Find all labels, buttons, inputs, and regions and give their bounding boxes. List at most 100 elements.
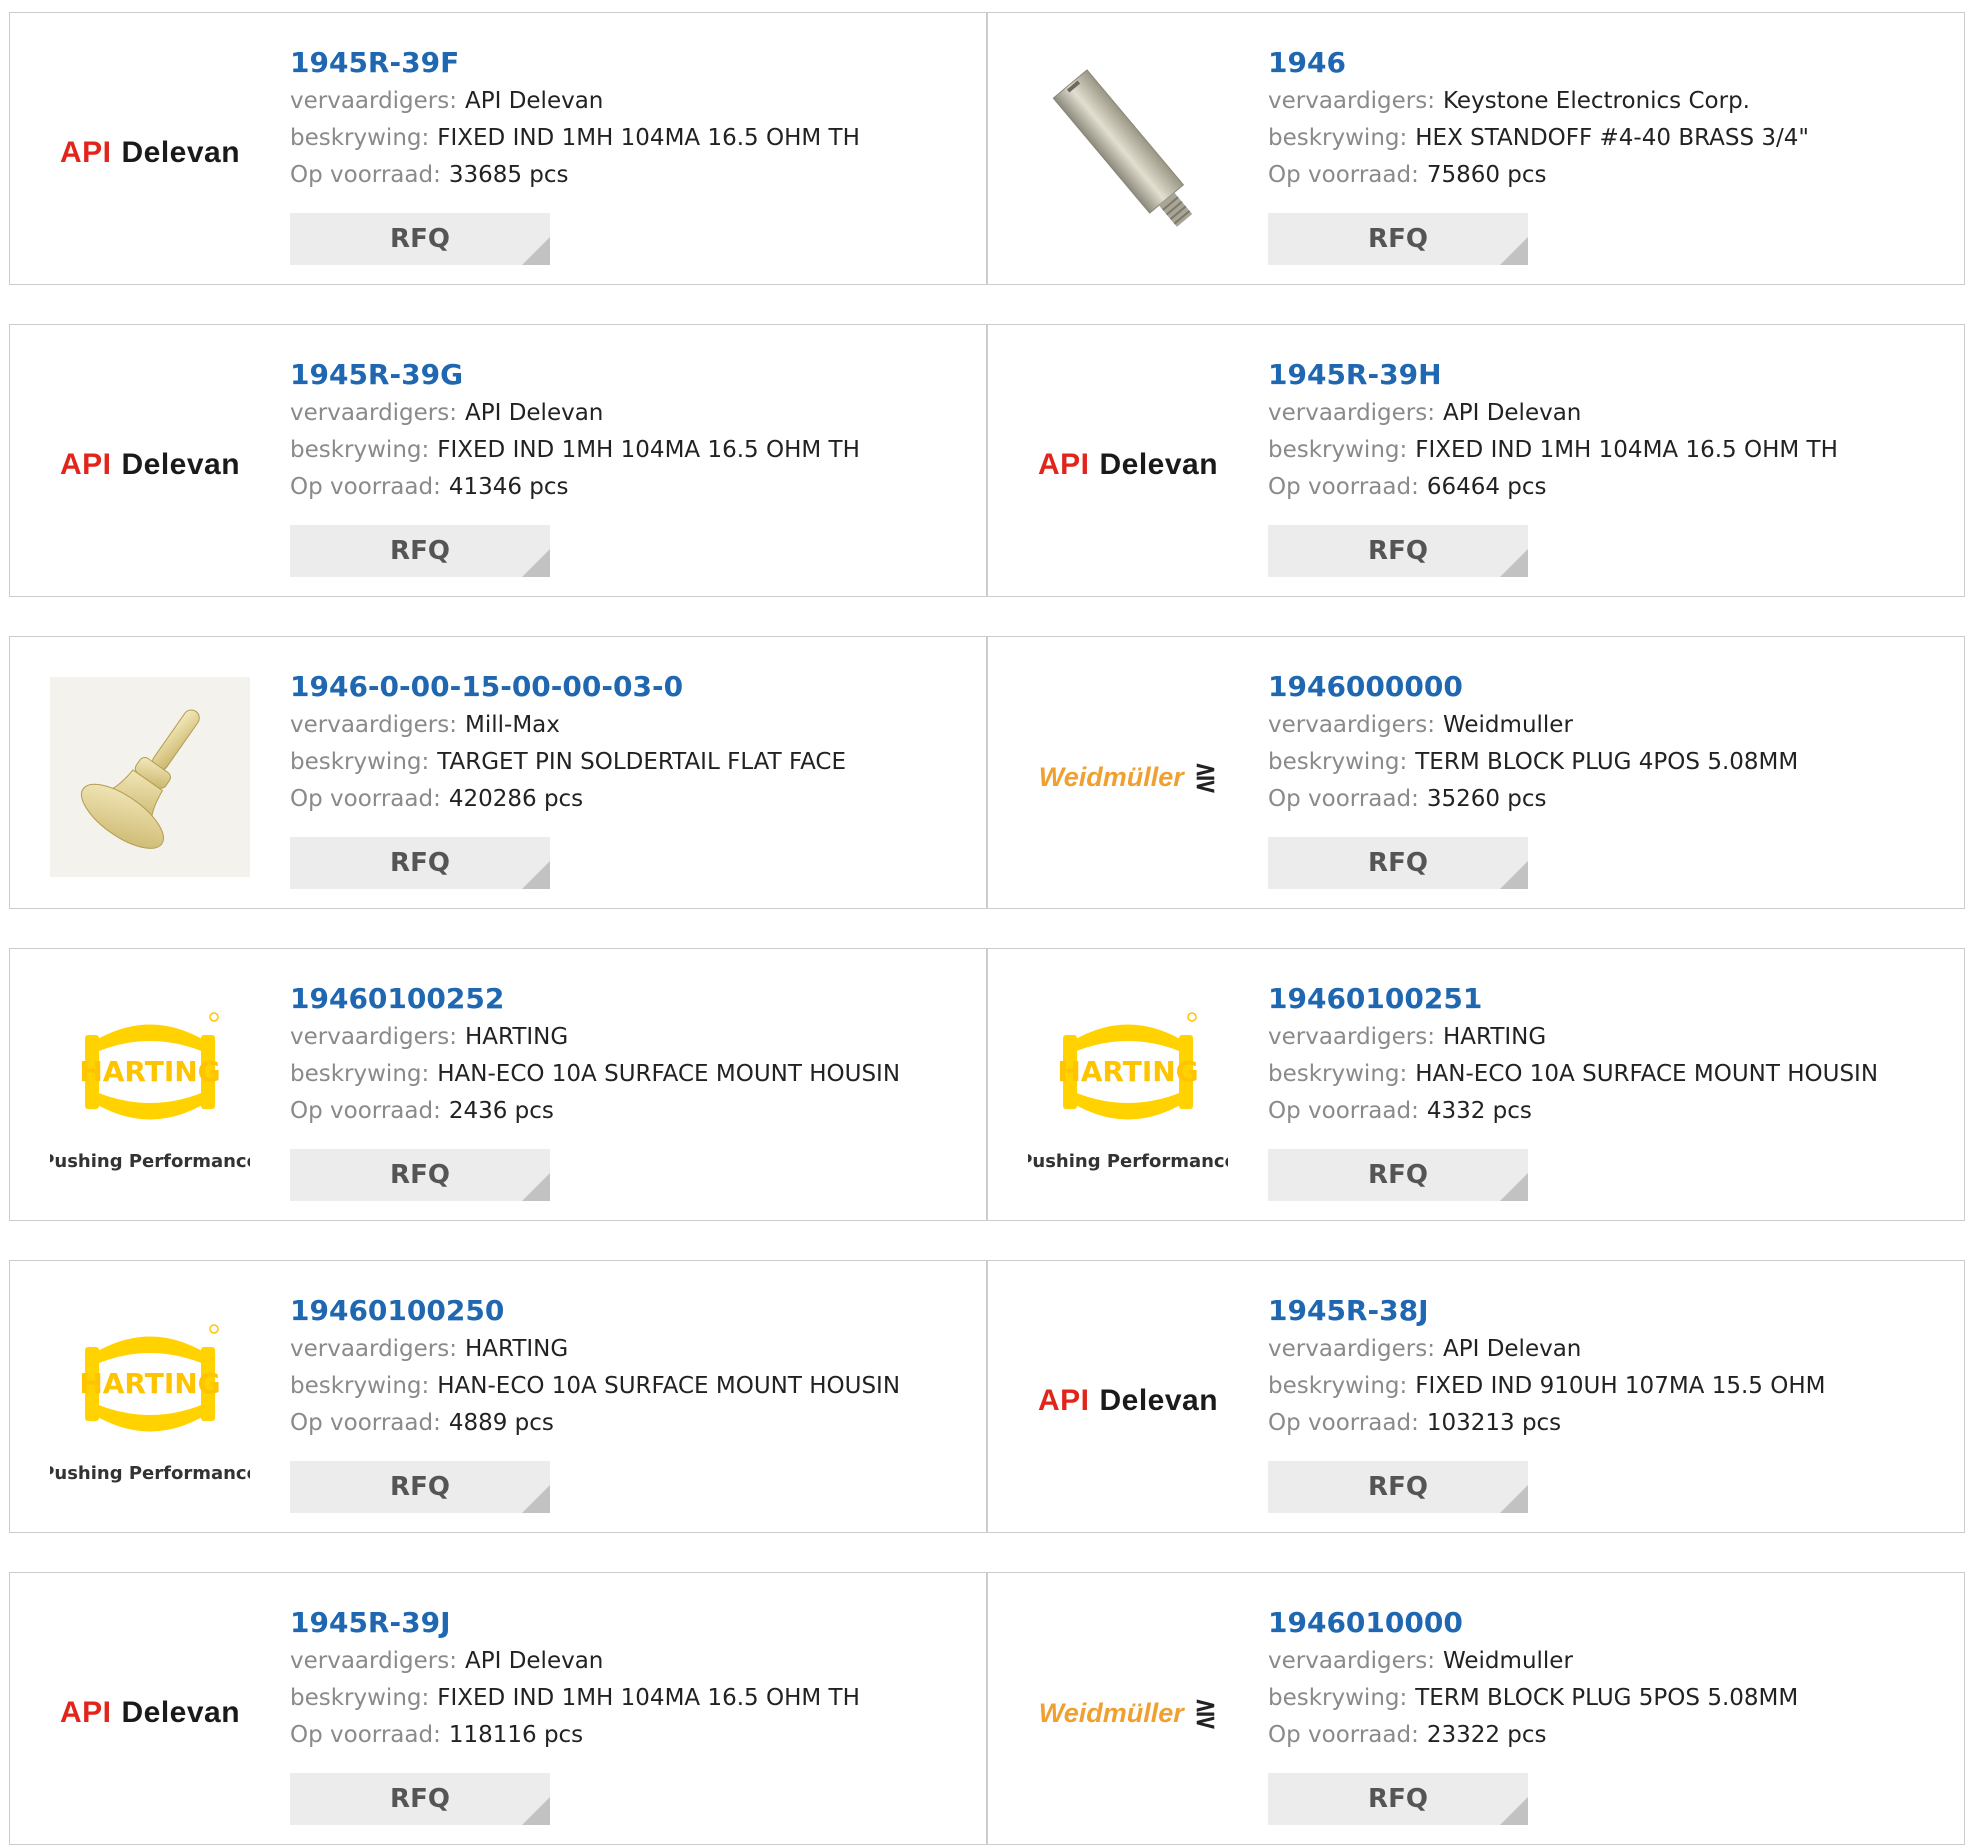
manufacturer-row: vervaardigers: API Delevan bbox=[290, 395, 976, 432]
description-label: beskrywing: bbox=[290, 437, 430, 463]
corner-triangle-icon bbox=[1500, 861, 1528, 889]
weidmuller-logo-text: Weidmüller bbox=[1038, 761, 1184, 792]
harting-wordmark: HARTING bbox=[1058, 1055, 1198, 1088]
rfq-button[interactable]: RFQ bbox=[290, 837, 550, 889]
part-number-link[interactable]: 1946010000 bbox=[1268, 1603, 1954, 1643]
rfq-button[interactable]: RFQ bbox=[1268, 1461, 1528, 1513]
api-logo-part1: API bbox=[1037, 1384, 1090, 1417]
rfq-button[interactable]: RFQ bbox=[290, 525, 550, 577]
manufacturer-value: API Delevan bbox=[1443, 1336, 1582, 1362]
product-info: 1945R-38J vervaardigers: API Delevan besk… bbox=[1268, 1291, 1954, 1442]
stock-value: 66464 pcs bbox=[1426, 474, 1547, 500]
product-image[interactable]: API Delevan bbox=[50, 1613, 250, 1813]
product-info: 19460100250 vervaardigers: HARTING beskry… bbox=[290, 1291, 976, 1442]
rfq-button[interactable]: RFQ bbox=[1268, 837, 1528, 889]
weidmuller-mark-icon: ⋛ bbox=[1193, 1696, 1218, 1730]
stock-value: 35260 pcs bbox=[1426, 786, 1547, 812]
rfq-button-label: RFQ bbox=[1368, 1784, 1428, 1814]
rfq-button-label: RFQ bbox=[1368, 1160, 1428, 1190]
description-value: FIXED IND 910UH 107MA 15.5 OHM bbox=[1415, 1373, 1826, 1399]
part-number-link[interactable]: 1945R-39G bbox=[290, 355, 976, 395]
part-number-link[interactable]: 1945R-39J bbox=[290, 1603, 976, 1643]
part-number-link[interactable]: 1945R-39H bbox=[1268, 355, 1954, 395]
product-image[interactable]: API Delevan bbox=[1028, 365, 1228, 565]
description-label: beskrywing: bbox=[290, 125, 430, 151]
manufacturer-label: vervaardigers: bbox=[1268, 712, 1435, 738]
rfq-button[interactable]: RFQ bbox=[290, 1773, 550, 1825]
description-label: beskrywing: bbox=[290, 749, 430, 775]
product-image[interactable]: HARTING Pushing Performance bbox=[50, 989, 250, 1189]
manufacturer-label: vervaardigers: bbox=[1268, 1336, 1435, 1362]
part-number-link[interactable]: 1945R-38J bbox=[1268, 1291, 1954, 1331]
api-logo-part1: API bbox=[1037, 448, 1090, 481]
product-info: 1945R-39H vervaardigers: API Delevan besk… bbox=[1268, 355, 1954, 506]
harting-wordmark: HARTING bbox=[80, 1367, 220, 1400]
part-number-link[interactable]: 1946000000 bbox=[1268, 667, 1954, 707]
stock-value: 75860 pcs bbox=[1426, 162, 1547, 188]
product-image[interactable]: Weidmüller ⋛ bbox=[1028, 1613, 1228, 1813]
product-info: 1945R-39F vervaardigers: API Delevan besk… bbox=[290, 43, 976, 194]
rfq-button[interactable]: RFQ bbox=[290, 1149, 550, 1201]
manufacturer-label: vervaardigers: bbox=[290, 400, 457, 426]
description-value: TARGET PIN SOLDERTAIL FLAT FACE bbox=[437, 749, 847, 775]
description-row: beskrywing: HAN-ECO 10A SURFACE MOUNT HOU… bbox=[1268, 1056, 1954, 1093]
description-value: HEX STANDOFF #4-40 BRASS 3/4" bbox=[1415, 125, 1809, 151]
rfq-button[interactable]: RFQ bbox=[1268, 525, 1528, 577]
product-image[interactable]: HARTING Pushing Performance bbox=[50, 1301, 250, 1501]
rfq-button[interactable]: RFQ bbox=[1268, 1149, 1528, 1201]
product-card: 1946 vervaardigers: Keystone Electronics … bbox=[987, 12, 1965, 285]
part-number-link[interactable]: 1946 bbox=[1268, 43, 1954, 83]
rfq-button[interactable]: RFQ bbox=[1268, 213, 1528, 265]
description-value: HAN-ECO 10A SURFACE MOUNT HOUSIN bbox=[1415, 1061, 1879, 1087]
manufacturer-label: vervaardigers: bbox=[290, 712, 457, 738]
api-delevan-logo: API Delevan bbox=[60, 448, 240, 482]
manufacturer-row: vervaardigers: API Delevan bbox=[290, 83, 976, 120]
product-image[interactable] bbox=[1028, 53, 1228, 253]
rfq-button-label: RFQ bbox=[1368, 224, 1428, 254]
product-card: Weidmüller ⋛ 1946010000 vervaardigers: Wei… bbox=[987, 1572, 1965, 1845]
product-image[interactable] bbox=[50, 677, 250, 877]
description-label: beskrywing: bbox=[1268, 1373, 1408, 1399]
rfq-button[interactable]: RFQ bbox=[1268, 1773, 1528, 1825]
product-info: 19460100252 vervaardigers: HARTING beskry… bbox=[290, 979, 976, 1130]
stock-label: Op voorraad: bbox=[290, 162, 441, 188]
product-image[interactable]: API Delevan bbox=[50, 53, 250, 253]
harting-tagline: Pushing Performance bbox=[50, 1462, 250, 1484]
rfq-button[interactable]: RFQ bbox=[290, 213, 550, 265]
description-value: HAN-ECO 10A SURFACE MOUNT HOUSIN bbox=[437, 1373, 901, 1399]
product-image[interactable]: API Delevan bbox=[50, 365, 250, 565]
stock-row: Op voorraad: 4332 pcs bbox=[1268, 1093, 1954, 1130]
stock-label: Op voorraad: bbox=[290, 1722, 441, 1748]
stock-label: Op voorraad: bbox=[1268, 786, 1419, 812]
product-image[interactable]: API Delevan bbox=[1028, 1301, 1228, 1501]
manufacturer-row: vervaardigers: API Delevan bbox=[290, 1643, 976, 1680]
weidmuller-logo-text: Weidmüller bbox=[1038, 1697, 1184, 1728]
part-number-link[interactable]: 19460100251 bbox=[1268, 979, 1954, 1019]
product-image[interactable]: HARTING Pushing Performance bbox=[1028, 989, 1228, 1189]
stock-label: Op voorraad: bbox=[1268, 1410, 1419, 1436]
description-value: HAN-ECO 10A SURFACE MOUNT HOUSIN bbox=[437, 1061, 901, 1087]
description-row: beskrywing: FIXED IND 1MH 104MA 16.5 OHM … bbox=[290, 120, 976, 157]
part-number-link[interactable]: 19460100252 bbox=[290, 979, 976, 1019]
description-row: beskrywing: TERM BLOCK PLUG 5POS 5.08MM bbox=[1268, 1680, 1954, 1717]
part-number-link[interactable]: 1945R-39F bbox=[290, 43, 976, 83]
manufacturer-value: HARTING bbox=[465, 1336, 569, 1362]
manufacturer-label: vervaardigers: bbox=[290, 88, 457, 114]
product-card: Weidmüller ⋛ 1946000000 vervaardigers: Wei… bbox=[987, 636, 1965, 909]
part-number-link[interactable]: 1946-0-00-15-00-00-03-0 bbox=[290, 667, 976, 707]
manufacturer-value: HARTING bbox=[465, 1024, 569, 1050]
stock-row: Op voorraad: 23322 pcs bbox=[1268, 1717, 1954, 1754]
product-info: 1946000000 vervaardigers: Weidmuller besk… bbox=[1268, 667, 1954, 818]
stock-value: 41346 pcs bbox=[448, 474, 569, 500]
product-image[interactable]: Weidmüller ⋛ bbox=[1028, 677, 1228, 877]
rfq-button[interactable]: RFQ bbox=[290, 1461, 550, 1513]
stock-row: Op voorraad: 118116 pcs bbox=[290, 1717, 976, 1754]
stock-label: Op voorraad: bbox=[290, 474, 441, 500]
manufacturer-label: vervaardigers: bbox=[290, 1336, 457, 1362]
description-row: beskrywing: FIXED IND 910UH 107MA 15.5 OH… bbox=[1268, 1368, 1954, 1405]
corner-triangle-icon bbox=[522, 1485, 550, 1513]
manufacturer-row: vervaardigers: Mill-Max bbox=[290, 707, 976, 744]
part-number-link[interactable]: 19460100250 bbox=[290, 1291, 976, 1331]
stock-value: 4889 pcs bbox=[448, 1410, 554, 1436]
product-card: API Delevan 1945R-39G vervaardigers: API D… bbox=[9, 324, 987, 597]
